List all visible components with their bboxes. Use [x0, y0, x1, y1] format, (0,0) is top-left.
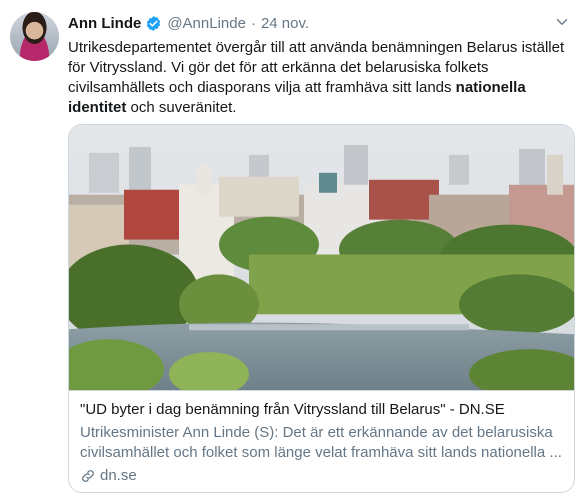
verified-badge-icon: [147, 15, 161, 31]
card-description: Utrikesminister Ann Linde (S): Det är et…: [80, 424, 562, 461]
author-handle[interactable]: @AnnLinde: [167, 15, 246, 32]
avatar[interactable]: [10, 12, 59, 61]
tweet-text-line: civilsamhällets och diasporans vilja att…: [68, 78, 568, 98]
tweet[interactable]: Ann Linde @AnnLinde · 24 nov. Utrikesdep…: [0, 0, 583, 498]
card-title[interactable]: "UD byter i dag benämning från Vitryssla…: [80, 400, 565, 420]
tweet-text-segment: och suveränitet.: [126, 99, 237, 116]
tweet-text-bold: nationella: [455, 79, 526, 96]
author-name[interactable]: Ann Linde: [68, 15, 141, 32]
card-domain[interactable]: dn.se: [80, 466, 565, 486]
link-card[interactable]: "UD byter i dag benämning från Vitryssla…: [68, 124, 575, 493]
tweet-text-segment: civilsamhällets och diasporans vilja att…: [68, 79, 456, 96]
card-body[interactable]: "UD byter i dag benämning från Vitryssla…: [80, 400, 565, 486]
link-icon: [82, 470, 94, 482]
tweet-date[interactable]: 24 nov.: [261, 15, 309, 32]
tweet-text-bold: identitet: [68, 99, 127, 116]
card-image[interactable]: [69, 125, 574, 391]
tweet-text-line: Utrikesdepartementet övergår till att an…: [68, 39, 565, 56]
tweet-text-line: identitet och suveränitet.: [68, 98, 568, 118]
separator-dot: ·: [250, 14, 256, 32]
tweet-text: Utrikesdepartementet övergår till att an…: [68, 38, 568, 118]
tweet-header: Ann Linde @AnnLinde · 24 nov.: [68, 12, 309, 34]
card-domain-text[interactable]: dn.se: [100, 466, 137, 486]
tweet-text-line: för Vitryssland. Vi gör det för att erkä…: [68, 59, 489, 76]
chevron-down-icon[interactable]: [553, 13, 571, 31]
